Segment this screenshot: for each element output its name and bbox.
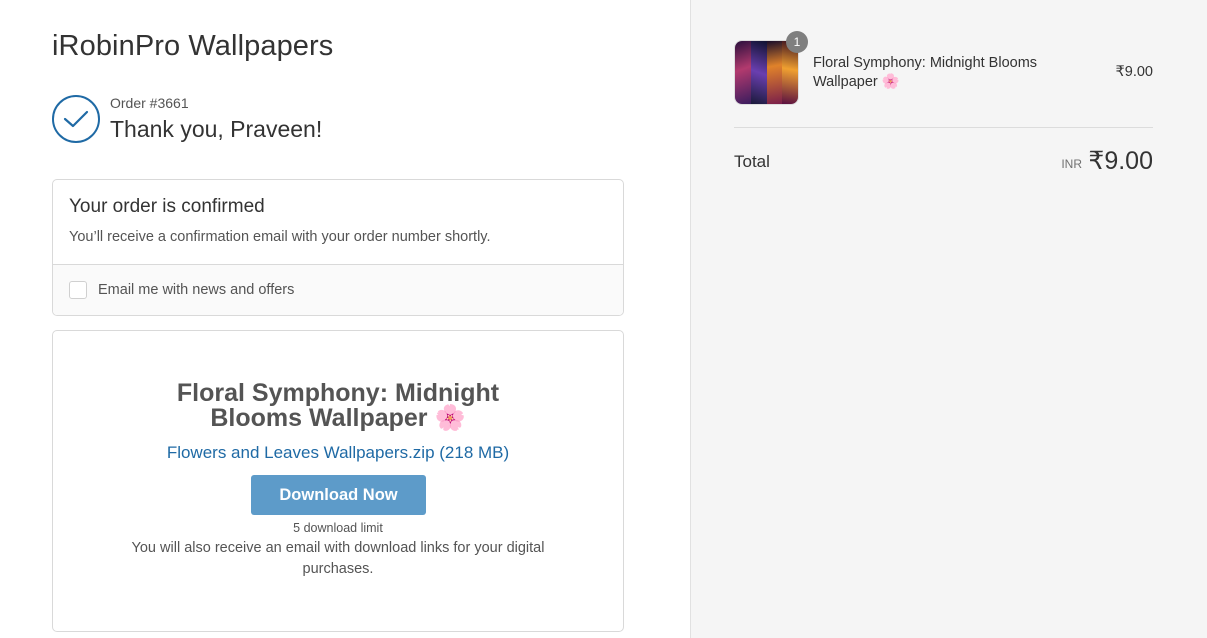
order-summary-sidebar: 1 Floral Symphony: Midnight Blooms Wallp… bbox=[690, 0, 1207, 638]
newsletter-label[interactable]: Email me with news and offers bbox=[98, 282, 294, 298]
download-now-button[interactable]: Download Now bbox=[251, 475, 426, 515]
total-amount: ₹9.00 bbox=[1088, 147, 1153, 175]
quantity-badge: 1 bbox=[786, 31, 808, 53]
line-item-price: ₹9.00 bbox=[1115, 64, 1153, 80]
download-card: Floral Symphony: Midnight Blooms Wallpap… bbox=[52, 330, 624, 632]
download-note: You will also receive an email with down… bbox=[131, 540, 545, 577]
summary-divider bbox=[734, 127, 1153, 128]
order-number: Order #3661 bbox=[110, 95, 189, 111]
checkmark-icon bbox=[52, 95, 100, 143]
confirmed-text: You’ll receive a confirmation email with… bbox=[69, 229, 491, 245]
shop-title[interactable]: iRobinPro Wallpapers bbox=[52, 30, 333, 63]
order-confirmed-card: Your order is confirmed You’ll receive a… bbox=[52, 179, 624, 316]
download-file-link[interactable]: Flowers and Leaves Wallpapers.zip (218 M… bbox=[53, 443, 623, 463]
total-label: Total bbox=[734, 152, 770, 171]
confirmed-heading: Your order is confirmed bbox=[69, 196, 265, 217]
line-item-name: Floral Symphony: Midnight Blooms Wallpap… bbox=[813, 55, 1038, 90]
thank-you-heading: Thank you, Praveen! bbox=[110, 116, 323, 142]
newsletter-checkbox[interactable] bbox=[69, 281, 87, 299]
newsletter-row[interactable]: Email me with news and offers bbox=[53, 265, 623, 315]
download-limit: 5 download limit bbox=[293, 521, 383, 535]
download-product-title: Floral Symphony: Midnight Blooms Wallpap… bbox=[176, 379, 500, 432]
total-currency: INR bbox=[1061, 157, 1082, 171]
product-thumbnail: 1 bbox=[734, 31, 808, 105]
main-content: iRobinPro Wallpapers Order #3661 Thank y… bbox=[0, 0, 690, 638]
